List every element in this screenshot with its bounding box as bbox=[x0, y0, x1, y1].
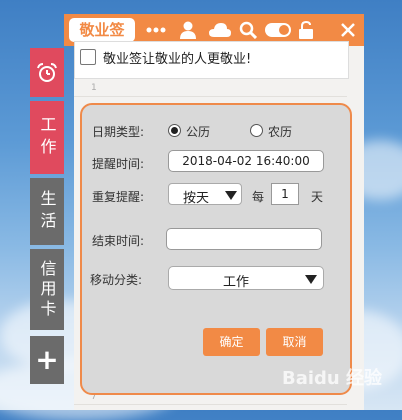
baidu-watermark: Baidu 经验 bbox=[282, 368, 383, 389]
sidebar-item-reminder[interactable] bbox=[30, 48, 64, 97]
lock-icon[interactable] bbox=[294, 18, 318, 42]
cloud-icon[interactable] bbox=[208, 18, 232, 42]
toggle-icon[interactable] bbox=[263, 18, 293, 42]
reminder-time-input[interactable]: 2018-04-02 16:40:00 bbox=[168, 150, 324, 172]
plus-icon: + bbox=[35, 343, 59, 376]
move-category-label: 移动分类: bbox=[90, 273, 143, 287]
alarm-clock-icon bbox=[37, 62, 57, 82]
reminder-time-value: 2018-04-02 16:40:00 bbox=[182, 154, 310, 168]
note-item[interactable]: 敬业签让敬业的人更敬业! bbox=[74, 41, 349, 79]
every-label: 每 bbox=[252, 190, 265, 204]
line-number: 1 bbox=[91, 83, 97, 93]
reminder-settings-dialog: 日期类型: 公历 农历 提醒时间: 2018-04-02 16:40:00 重复… bbox=[80, 103, 352, 395]
line-rule bbox=[74, 404, 347, 405]
confirm-button[interactable]: 确定 bbox=[203, 328, 260, 356]
sidebar-item-label: 工作 bbox=[37, 115, 57, 160]
more-icon[interactable] bbox=[144, 18, 168, 42]
close-icon[interactable] bbox=[336, 18, 360, 42]
sidebar-item-life[interactable]: 生活 bbox=[30, 178, 64, 245]
sidebar-add-button[interactable]: + bbox=[30, 336, 64, 384]
cancel-button[interactable]: 取消 bbox=[266, 328, 323, 356]
search-icon[interactable] bbox=[236, 18, 260, 42]
user-icon[interactable] bbox=[176, 18, 200, 42]
day-unit-label: 天 bbox=[311, 190, 324, 204]
lunar-calendar-label[interactable]: 农历 bbox=[268, 123, 292, 140]
sidebar-item-credit-card[interactable]: 信用卡 bbox=[30, 249, 64, 330]
end-time-input[interactable] bbox=[166, 228, 322, 250]
line-rule bbox=[74, 96, 347, 97]
date-type-label: 日期类型: bbox=[92, 125, 145, 139]
note-checkbox[interactable] bbox=[80, 49, 96, 65]
chevron-down-icon bbox=[225, 191, 237, 200]
app-logo[interactable]: 敬业签 bbox=[69, 18, 135, 42]
reminder-time-label: 提醒时间: bbox=[92, 157, 145, 171]
sidebar-item-label: 信用卡 bbox=[37, 259, 57, 320]
end-time-label: 结束时间: bbox=[92, 234, 145, 248]
repeat-interval-value: 1 bbox=[281, 187, 289, 201]
move-category-select[interactable]: 工作 bbox=[168, 266, 324, 290]
chevron-down-icon bbox=[305, 275, 317, 284]
repeat-interval-input[interactable]: 1 bbox=[271, 183, 299, 205]
sidebar-item-label: 生活 bbox=[37, 189, 57, 234]
radio-lunar-calendar[interactable] bbox=[250, 124, 263, 137]
repeat-select-value: 按天 bbox=[183, 191, 210, 206]
note-text[interactable]: 敬业签让敬业的人更敬业! bbox=[103, 48, 251, 67]
radio-solar-calendar[interactable] bbox=[168, 124, 181, 137]
solar-calendar-label[interactable]: 公历 bbox=[186, 123, 210, 140]
repeat-reminder-label: 重复提醒: bbox=[92, 190, 145, 204]
sidebar-item-work[interactable]: 工作 bbox=[30, 101, 64, 174]
move-category-value: 工作 bbox=[223, 275, 250, 290]
repeat-select[interactable]: 按天 bbox=[168, 183, 242, 206]
